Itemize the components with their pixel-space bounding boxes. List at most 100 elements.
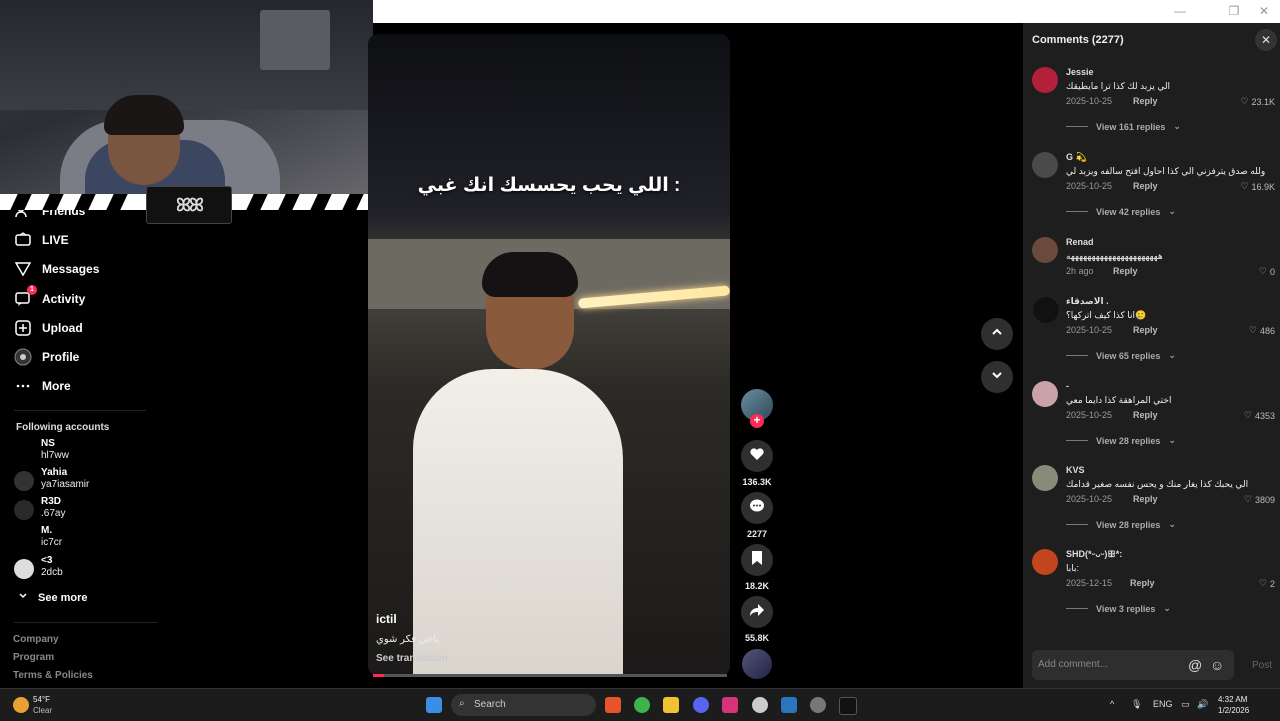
avatar[interactable]	[1032, 67, 1058, 93]
reply-button[interactable]: Reply	[1133, 181, 1158, 191]
nav-profile[interactable]: Profile	[14, 348, 79, 366]
nav-activity[interactable]: 1 Activity	[14, 285, 85, 308]
divider	[1066, 608, 1088, 609]
avatar[interactable]	[1032, 549, 1058, 575]
comment-like-button[interactable]: ♡ 16.9K	[1240, 181, 1275, 192]
nav-more[interactable]: More	[14, 377, 71, 395]
post-button[interactable]: Post	[1252, 660, 1272, 671]
nav-live[interactable]: LIVE	[14, 231, 69, 249]
close-comments-button[interactable]: ✕	[1255, 29, 1277, 51]
avatar[interactable]	[1032, 152, 1058, 178]
view-replies-label: View 28 replies	[1096, 435, 1161, 446]
instagram-icon[interactable]	[722, 697, 738, 713]
close-window-button[interactable]: ✕	[1249, 4, 1279, 18]
view-replies-button[interactable]: View 28 replies ⌄	[1066, 519, 1176, 530]
save-button[interactable]	[741, 544, 773, 576]
add-comment-input[interactable]: Add comment... @ ☺	[1032, 650, 1234, 680]
following-account[interactable]: <3 2dcb	[14, 555, 63, 579]
app-icon[interactable]	[810, 697, 826, 713]
obs-icon[interactable]	[752, 697, 768, 713]
reply-button[interactable]: Reply	[1133, 410, 1158, 420]
clock-date[interactable]: 1/2/2026	[1218, 706, 1249, 715]
weather-moon-icon[interactable]	[13, 697, 29, 713]
reply-button[interactable]: Reply	[1113, 266, 1138, 276]
restore-button[interactable]: ❐	[1219, 4, 1249, 18]
view-replies-button[interactable]: View 42 replies ⌄	[1066, 206, 1176, 217]
mention-icon[interactable]: @	[1188, 657, 1202, 673]
footer-program[interactable]: Program	[13, 652, 54, 663]
view-replies-button[interactable]: View 161 replies ⌄	[1066, 121, 1181, 132]
see-translation-link[interactable]: See translation	[376, 653, 448, 664]
footer-company[interactable]: Company	[13, 634, 59, 645]
account-name: R3D	[41, 496, 62, 507]
footer-terms[interactable]: Terms & Policies	[13, 670, 93, 681]
avatar[interactable]	[1032, 296, 1060, 324]
reply-button[interactable]: Reply	[1133, 494, 1158, 504]
previous-video-button[interactable]	[981, 318, 1013, 350]
view-replies-button[interactable]: View 65 replies ⌄	[1066, 350, 1176, 361]
following-account[interactable]: NS hl7ww	[14, 438, 69, 462]
more-icon	[14, 377, 32, 395]
tiktok-icon[interactable]	[839, 697, 857, 715]
comments-title: Comments (2277)	[1032, 34, 1124, 46]
chrome-icon[interactable]	[634, 697, 650, 713]
comment-user[interactable]: Jessie	[1066, 67, 1094, 77]
reply-button[interactable]: Reply	[1133, 325, 1158, 335]
reply-button[interactable]: Reply	[1130, 578, 1155, 588]
progress-fill	[373, 674, 384, 677]
comment-button[interactable]	[741, 492, 773, 524]
following-account[interactable]: R3D .67ay	[14, 496, 65, 520]
emoji-icon[interactable]: ☺	[1210, 657, 1224, 673]
taskbar-search[interactable]: ⌕ Search	[451, 694, 596, 716]
steam-icon[interactable]	[781, 697, 797, 713]
nav-upload[interactable]: Upload	[14, 319, 83, 337]
comment-like-button[interactable]: ♡ 486	[1249, 325, 1275, 336]
view-replies-button[interactable]: View 28 replies ⌄	[1066, 435, 1176, 446]
activity-badge: 1	[27, 285, 37, 295]
next-video-button[interactable]	[981, 361, 1013, 393]
video-progress-bar[interactable]	[373, 674, 727, 677]
video-player[interactable]: اللي يحب يحسسك انك غبي : ictil ياخي فكر …	[368, 34, 730, 676]
comment-like-button[interactable]: ♡ 3809	[1244, 494, 1275, 505]
brave-icon[interactable]	[605, 697, 621, 713]
follow-plus-button[interactable]: +	[750, 414, 764, 428]
view-replies-button[interactable]: View 3 replies ⌄	[1066, 603, 1171, 614]
file-explorer-icon[interactable]	[663, 697, 679, 713]
nav-messages[interactable]: Messages	[14, 260, 99, 278]
streamer-logo: ꕤꕤ	[146, 186, 232, 224]
tray-chevron-icon[interactable]: ^	[1110, 699, 1114, 709]
microphone-icon[interactable]: 🎙	[1131, 699, 1142, 710]
nav-label: LIVE	[42, 233, 69, 247]
comment-user[interactable]: Renad	[1066, 237, 1094, 247]
comment-user[interactable]: G 💫	[1066, 152, 1087, 163]
comment-icon	[749, 498, 765, 519]
comment-user[interactable]: الاصدقاء .	[1066, 296, 1109, 307]
following-account[interactable]: M. ic7cr	[14, 525, 62, 549]
comment-like-button[interactable]: ♡ 23.1K	[1240, 96, 1275, 107]
discord-icon[interactable]	[693, 697, 709, 713]
heart-outline-icon: ♡	[1248, 325, 1257, 335]
see-more-button[interactable]: See more	[18, 591, 88, 604]
comment-like-button[interactable]: ♡ 4353	[1244, 410, 1275, 421]
language-indicator[interactable]: ENG	[1153, 699, 1173, 709]
share-button[interactable]	[741, 596, 773, 628]
search-label: Search	[474, 699, 506, 710]
avatar[interactable]	[1032, 237, 1058, 263]
clock-time[interactable]: 4:32 AM	[1218, 695, 1247, 704]
comment-user[interactable]: SHD(*ᵕᴗᵕ)ꕥ*:	[1066, 549, 1122, 560]
avatar[interactable]	[1032, 465, 1058, 491]
minimize-button[interactable]: —	[1165, 4, 1195, 18]
network-icon[interactable]: ▭	[1181, 699, 1190, 710]
reply-button[interactable]: Reply	[1133, 96, 1158, 106]
music-disc[interactable]	[742, 649, 772, 679]
comment-like-button[interactable]: ♡ 0	[1259, 266, 1275, 277]
like-button[interactable]	[741, 440, 773, 472]
avatar[interactable]	[1032, 381, 1058, 407]
video-author[interactable]: ictil	[376, 612, 397, 626]
comment-user[interactable]: -	[1066, 381, 1069, 391]
following-account[interactable]: Yahia ya7iasamir	[14, 467, 89, 491]
volume-icon[interactable]: 🔊	[1197, 699, 1208, 710]
comment-user[interactable]: KVS	[1066, 465, 1085, 475]
windows-start-icon[interactable]	[426, 697, 442, 713]
comment-like-button[interactable]: ♡ 2	[1259, 578, 1275, 589]
